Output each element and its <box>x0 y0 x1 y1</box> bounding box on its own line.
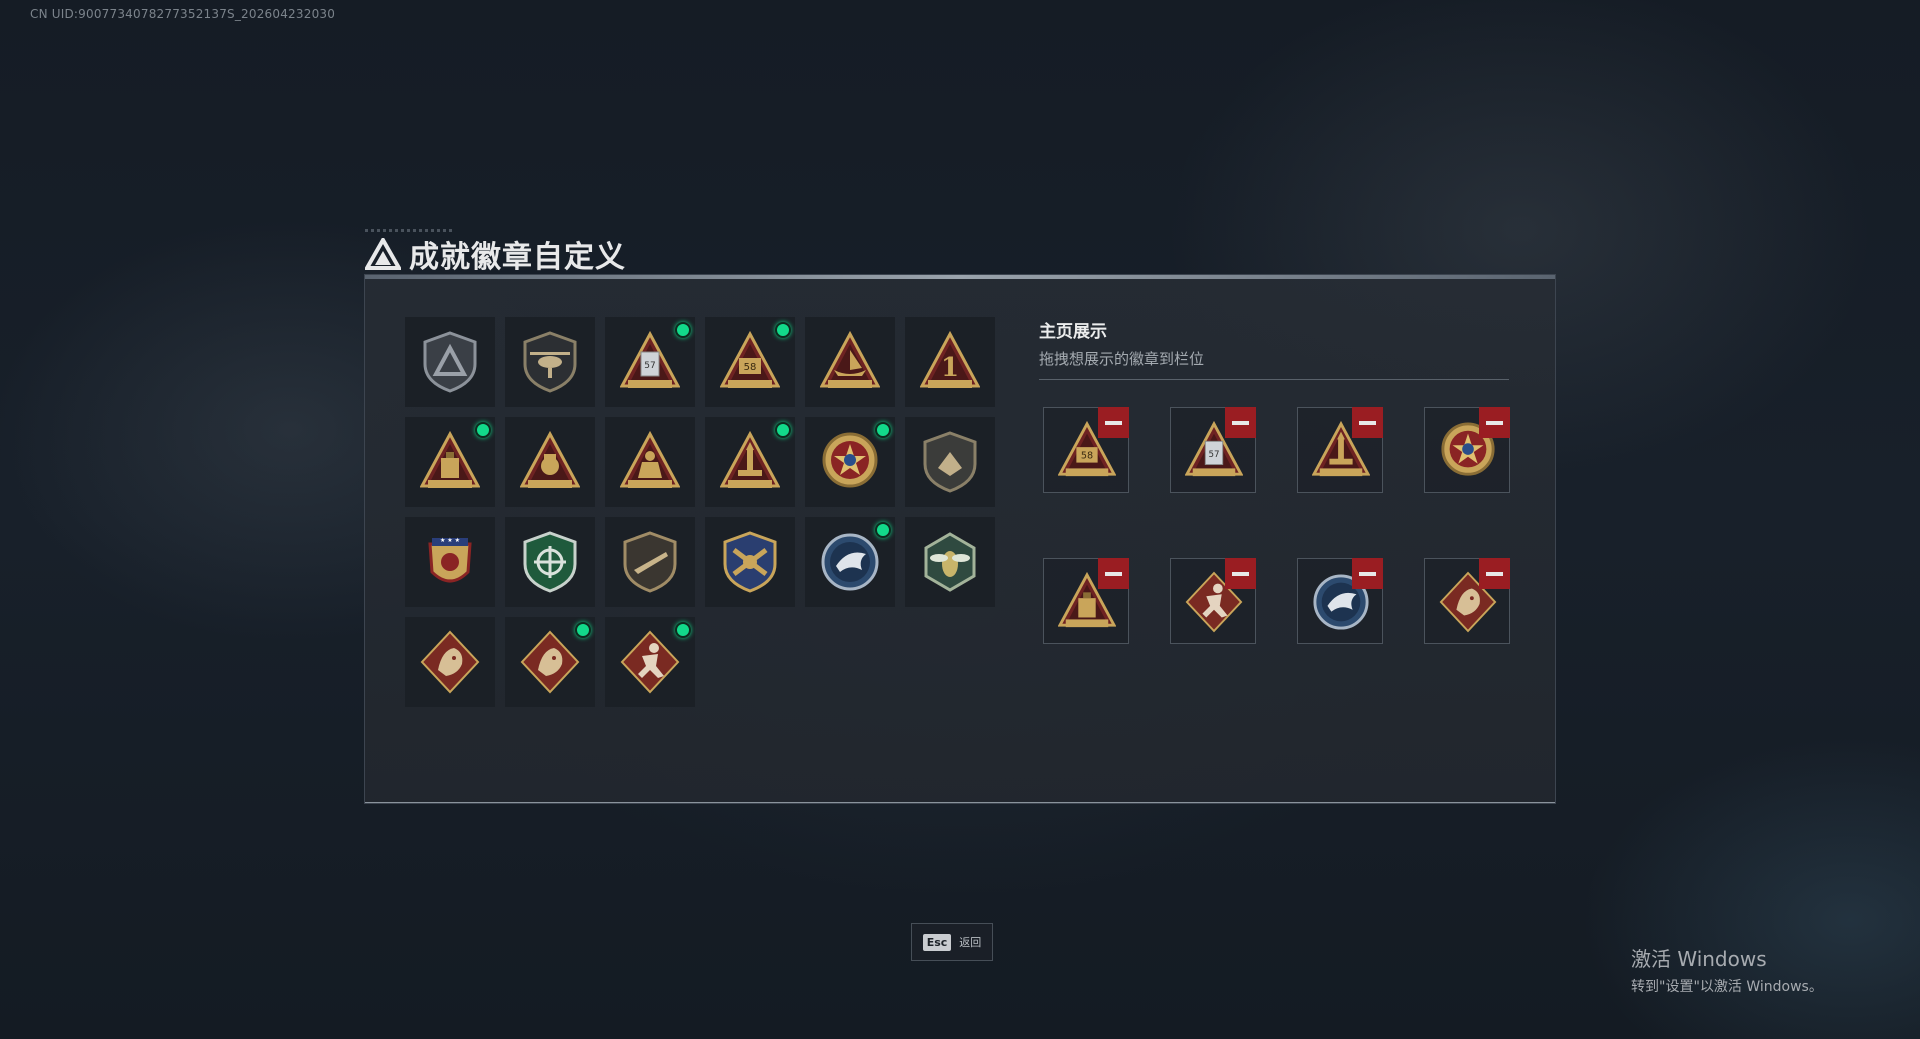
badge-slot[interactable] <box>405 317 495 407</box>
minus-icon <box>1359 420 1376 425</box>
minus-icon <box>1486 420 1503 425</box>
new-badge-indicator-icon <box>475 422 491 438</box>
delta-logo-icon <box>365 238 401 270</box>
uid-label: CN UID:9007734078277352137S_202604232030 <box>30 7 336 21</box>
star-medal-badge-icon <box>822 432 878 488</box>
badge-slot[interactable] <box>605 517 695 607</box>
badge-slot[interactable] <box>805 317 895 407</box>
fist-triangle-badge-icon <box>520 430 580 488</box>
new-badge-indicator-icon <box>875 522 891 538</box>
hornet-hexagon-badge-icon <box>924 532 976 592</box>
svg-text:58: 58 <box>1081 451 1093 462</box>
new-badge-indicator-icon <box>775 322 791 338</box>
minus-icon <box>1105 420 1122 425</box>
badge-slot[interactable] <box>705 417 795 507</box>
eagle-crest-badge-icon: ★ ★ ★ <box>428 537 472 583</box>
remove-badge-button[interactable] <box>1479 407 1510 438</box>
showcase-slot[interactable] <box>1043 558 1129 644</box>
new-badge-indicator-icon <box>575 622 591 638</box>
remove-badge-button[interactable] <box>1225 407 1256 438</box>
svg-text:58: 58 <box>744 362 757 373</box>
svg-text:★ ★ ★: ★ ★ ★ <box>440 537 460 544</box>
dragon-diamond-badge-icon <box>520 630 580 694</box>
windows-activation-watermark: 激活 Windows 转到"设置"以激活 Windows。 <box>1631 943 1823 996</box>
badge-slot[interactable] <box>505 617 595 707</box>
back-button[interactable]: Esc 返回 <box>911 923 993 961</box>
new-badge-indicator-icon <box>675 322 691 338</box>
badge-customize-panel: 57 58 1 ★ ★ ★ 主页展示 拖拽想展示的徽章到栏位 58 57 <box>364 274 1556 804</box>
grey-shield-triangle-badge-icon <box>423 331 477 393</box>
page-header: 成就徽章自定义 <box>365 232 626 276</box>
svg-text:57: 57 <box>1208 450 1219 460</box>
showcase-title: 主页展示 <box>1039 322 1107 342</box>
remove-badge-button[interactable] <box>1352 407 1383 438</box>
showcase-slots: 58 57 <box>1043 407 1510 644</box>
svg-text:1: 1 <box>941 353 959 383</box>
minus-icon <box>1486 571 1503 576</box>
soldier-triangle-badge-icon <box>620 430 680 488</box>
showcase-slot[interactable] <box>1297 558 1383 644</box>
showcase-slot[interactable] <box>1297 407 1383 493</box>
showcase-divider <box>1039 379 1509 380</box>
minus-icon <box>1105 571 1122 576</box>
badge-slot[interactable] <box>905 417 995 507</box>
badge-slot[interactable]: 1 <box>905 317 995 407</box>
rocket-triangle-badge-icon <box>720 430 780 488</box>
remove-badge-button[interactable] <box>1098 407 1129 438</box>
badge-slot[interactable] <box>605 617 695 707</box>
minus-icon <box>1359 571 1376 576</box>
showcase-slot[interactable] <box>1424 407 1510 493</box>
dark-shield-badge-icon <box>923 431 977 493</box>
gold-crossed-guns-badge-icon <box>723 531 777 593</box>
rifle-shield-badge-icon <box>623 531 677 593</box>
number-one-triangle-badge-icon: 1 <box>920 330 980 388</box>
green-crosshair-shield-badge-icon <box>523 531 577 593</box>
panel-top-border <box>365 275 1555 279</box>
watermark-line1: 激活 Windows <box>1631 947 1767 971</box>
showcase-slot[interactable] <box>1170 558 1256 644</box>
badge-slot[interactable] <box>705 517 795 607</box>
ticket-57-triangle-badge-icon: 57 <box>620 330 680 388</box>
badge-slot[interactable] <box>505 517 595 607</box>
remove-badge-button[interactable] <box>1352 558 1383 589</box>
new-badge-indicator-icon <box>775 422 791 438</box>
boat-triangle-badge-icon <box>820 330 880 388</box>
dragon-diamond-badge-icon <box>420 630 480 694</box>
showcase-subtitle: 拖拽想展示的徽章到栏位 <box>1039 350 1205 368</box>
svg-text:57: 57 <box>644 361 655 371</box>
badge-slot[interactable] <box>805 517 895 607</box>
badge-slot[interactable] <box>405 417 495 507</box>
remove-badge-button[interactable] <box>1225 558 1256 589</box>
badge-collection-grid: 57 58 1 ★ ★ ★ <box>405 317 995 707</box>
helicopter-shield-badge-icon <box>523 331 577 393</box>
showcase-slot[interactable]: 57 <box>1170 407 1256 493</box>
badge-slot[interactable] <box>805 417 895 507</box>
back-label: 返回 <box>959 936 982 949</box>
new-badge-indicator-icon <box>675 622 691 638</box>
badge-slot[interactable]: ★ ★ ★ <box>405 517 495 607</box>
badge-slot[interactable]: 58 <box>705 317 795 407</box>
showcase-slot[interactable] <box>1424 558 1510 644</box>
minus-icon <box>1232 420 1249 425</box>
new-badge-indicator-icon <box>875 422 891 438</box>
badge-slot[interactable] <box>905 517 995 607</box>
remove-badge-button[interactable] <box>1098 558 1129 589</box>
eagle-round-badge-icon <box>821 533 879 591</box>
badge-slot[interactable] <box>505 417 595 507</box>
badge-58-triangle-icon: 58 <box>720 330 780 388</box>
showcase-slot[interactable]: 58 <box>1043 407 1129 493</box>
runner-diamond-badge-icon <box>620 630 680 694</box>
badge-slot[interactable] <box>505 317 595 407</box>
panel-bottom-border <box>365 802 1555 803</box>
homepage-showcase: 主页展示 拖拽想展示的徽章到栏位 58 57 <box>1039 317 1510 644</box>
minus-icon <box>1232 571 1249 576</box>
badge-slot[interactable] <box>405 617 495 707</box>
badge-slot[interactable] <box>605 417 695 507</box>
badge-slot[interactable]: 57 <box>605 317 695 407</box>
crate-triangle-badge-icon <box>420 430 480 488</box>
page-title: 成就徽章自定义 <box>409 240 626 275</box>
esc-key-icon: Esc <box>922 933 952 951</box>
watermark-line2: 转到"设置"以激活 Windows。 <box>1631 979 1823 995</box>
remove-badge-button[interactable] <box>1479 558 1510 589</box>
